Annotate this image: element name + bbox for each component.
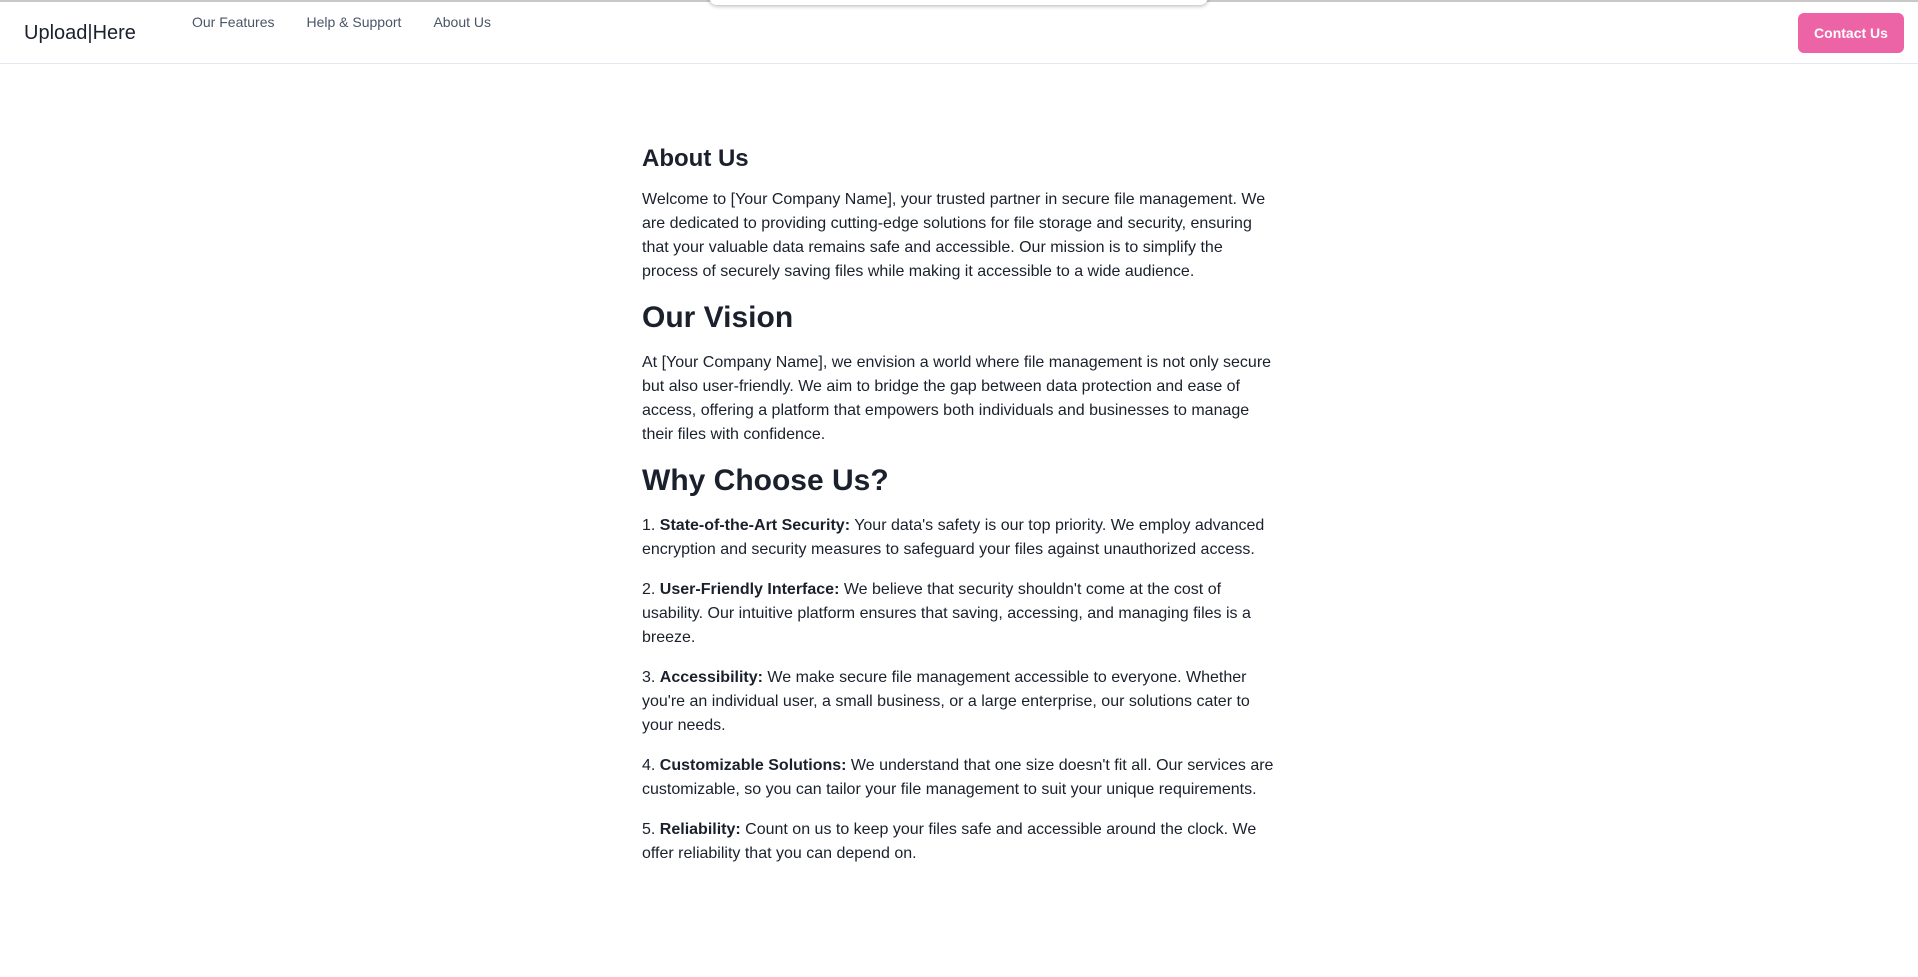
reason-item: 1. State-of-the-Art Security: Your data'…: [642, 514, 1282, 562]
reason-title: Reliability:: [659, 821, 741, 838]
logo[interactable]: Upload|Here: [24, 20, 136, 46]
reason-title: User-Friendly Interface:: [659, 581, 840, 598]
reason-item: 4. Customizable Solutions: We understand…: [642, 754, 1282, 802]
reason-number: 3.: [642, 669, 656, 686]
vision-text: At [Your Company Name], we envision a wo…: [642, 354, 1272, 443]
reason-title: Customizable Solutions:: [659, 757, 847, 774]
why-title: Why Choose Us?: [642, 464, 889, 497]
site-header: Upload|Here Our Features Help & Support …: [0, 2, 1918, 64]
reason-item: 5. Reliability: Count on us to keep your…: [642, 818, 1282, 866]
reason-item: 3. Accessibility: We make secure file ma…: [642, 666, 1282, 738]
main-nav: Our Features Help & Support About Us: [176, 12, 507, 32]
reason-number: 1.: [642, 517, 656, 534]
reason-item: 2. User-Friendly Interface: We believe t…: [642, 578, 1282, 650]
reason-number: 5.: [642, 821, 656, 838]
nav-about-us[interactable]: About Us: [417, 12, 507, 32]
nav-our-features[interactable]: Our Features: [176, 12, 290, 32]
about-text: Welcome to [Your Company Name], your tru…: [642, 191, 1266, 280]
about-title: About Us: [642, 145, 749, 172]
reason-number: 4.: [642, 757, 656, 774]
nav-help-support[interactable]: Help & Support: [290, 12, 417, 32]
reason-title: State-of-the-Art Security:: [659, 517, 851, 534]
about-content: About Us Welcome to [Your Company Name],…: [642, 143, 1282, 882]
reason-number: 2.: [642, 581, 656, 598]
contact-us-button[interactable]: Contact Us: [1798, 13, 1904, 53]
reason-title: Accessibility:: [659, 669, 763, 686]
vision-title: Our Vision: [642, 301, 794, 334]
